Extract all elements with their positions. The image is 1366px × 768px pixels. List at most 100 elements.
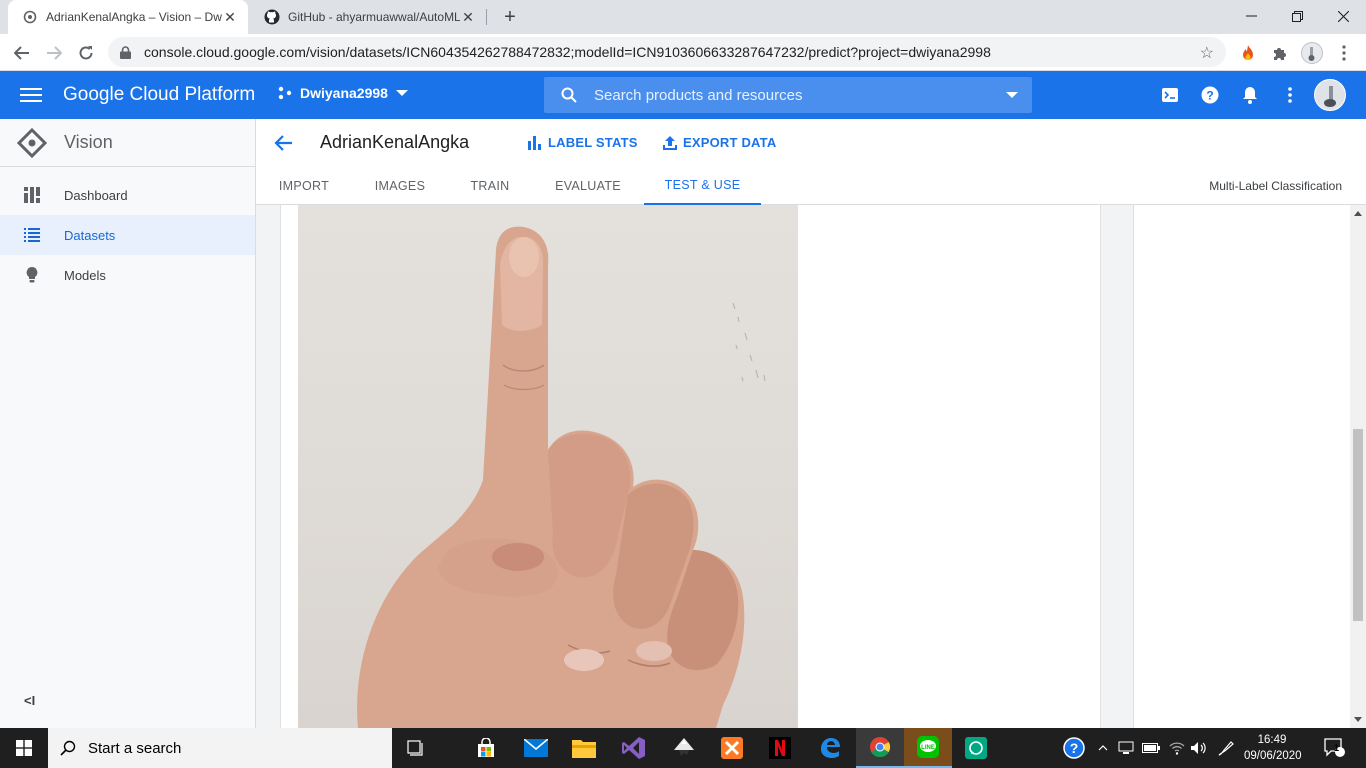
profile-avatar-small[interactable] xyxy=(1300,41,1324,65)
gcp-header: Google Cloud Platform Dwiyana2998 ? xyxy=(0,71,1366,119)
notifications-bell-icon[interactable] xyxy=(1238,83,1262,107)
tab-evaluate[interactable]: EVALUATE xyxy=(532,167,644,205)
scroll-up-icon[interactable] xyxy=(1354,211,1362,216)
sidebar-item-dashboard[interactable]: Dashboard xyxy=(0,175,255,215)
edge-icon[interactable] xyxy=(806,728,854,768)
cloud-shell-icon[interactable] xyxy=(1158,83,1182,107)
gcp-title[interactable]: Google Cloud Platform xyxy=(63,84,255,106)
help-icon[interactable]: ? xyxy=(1198,83,1222,107)
project-name: Dwiyana2998 xyxy=(300,85,388,101)
bookmark-star-icon[interactable]: ☆ xyxy=(1200,43,1214,63)
tab-images[interactable]: IMAGES xyxy=(352,167,448,205)
sidebar-item-label: Dashboard xyxy=(64,187,128,203)
search-input[interactable] xyxy=(594,86,992,104)
browser-toolbar: console.cloud.google.com/vision/datasets… xyxy=(0,34,1366,71)
product-name: Vision xyxy=(64,132,113,152)
mail-icon[interactable] xyxy=(512,728,560,768)
main-content xyxy=(256,205,1350,728)
collapse-sidebar-icon[interactable]: <I xyxy=(24,693,35,708)
restore-icon[interactable] xyxy=(1274,0,1320,32)
windows-taskbar: Start a search LINE ? 16:49 09/06/2020 1 xyxy=(0,728,1366,768)
browser-tab-vision[interactable]: AdrianKenalAngka – Vision – Dwi ✕ xyxy=(8,0,248,34)
tab-import[interactable]: IMPORT xyxy=(256,167,352,205)
uploaded-image xyxy=(298,205,798,728)
new-tab-icon[interactable]: + xyxy=(498,5,522,29)
export-data-label: EXPORT DATA xyxy=(683,135,777,150)
minimize-icon[interactable] xyxy=(1228,0,1274,32)
whatsapp-icon[interactable] xyxy=(952,728,1000,768)
help-tray-icon[interactable]: ? xyxy=(1060,728,1088,768)
project-selector[interactable]: Dwiyana2998 xyxy=(278,85,408,101)
lock-icon xyxy=(120,45,134,59)
product-header: Vision xyxy=(0,119,255,167)
close-tab-icon[interactable]: ✕ xyxy=(222,9,238,25)
pen-ink-icon[interactable] xyxy=(1214,728,1238,768)
battery-icon[interactable] xyxy=(1140,728,1162,768)
svg-text:LINE: LINE xyxy=(921,745,935,751)
label-stats-label: LABEL STATS xyxy=(548,135,638,150)
wifi-icon[interactable] xyxy=(1166,728,1188,768)
line-icon[interactable]: LINE xyxy=(904,728,952,768)
address-bar[interactable]: console.cloud.google.com/vision/datasets… xyxy=(108,37,1226,67)
windows-start-icon[interactable] xyxy=(0,728,48,768)
action-center-icon[interactable]: 1 xyxy=(1320,728,1350,768)
taskbar-search-placeholder: Start a search xyxy=(88,739,182,757)
chevron-up-icon[interactable] xyxy=(1094,728,1112,768)
xampp-icon[interactable] xyxy=(708,728,756,768)
inkscape-icon[interactable] xyxy=(660,728,708,768)
dataset-header: AdrianKenalAngka LABEL STATS EXPORT DATA xyxy=(256,119,1366,167)
vision-logo-icon xyxy=(16,127,48,158)
more-vert-icon[interactable] xyxy=(1278,83,1302,107)
search-icon xyxy=(544,87,594,103)
system-clock[interactable]: 16:49 09/06/2020 xyxy=(1244,732,1302,764)
browser-tab-strip: AdrianKenalAngka – Vision – Dwi ✕ GitHub… xyxy=(0,0,1366,34)
export-data-button[interactable]: EXPORT DATA xyxy=(663,135,776,150)
prediction-card xyxy=(280,205,1101,728)
close-window-icon[interactable] xyxy=(1320,0,1366,32)
back-arrow-icon[interactable] xyxy=(274,131,298,155)
search-box[interactable] xyxy=(544,77,1032,113)
close-tab-icon[interactable]: ✕ xyxy=(460,9,476,25)
sidebar-item-datasets[interactable]: Datasets xyxy=(0,215,255,255)
github-icon xyxy=(264,9,280,25)
browser-tab-github[interactable]: GitHub - ahyarmuawwal/AutoML ✕ xyxy=(250,0,486,34)
sidebar-item-label: Models xyxy=(64,267,106,283)
clock-date: 09/06/2020 xyxy=(1244,750,1302,762)
netflix-icon[interactable] xyxy=(756,728,804,768)
label-stats-button[interactable]: LABEL STATS xyxy=(528,135,638,150)
search-dropdown-icon[interactable] xyxy=(992,92,1032,98)
microsoft-store-icon[interactable] xyxy=(462,728,510,768)
search-icon xyxy=(48,740,88,756)
network-tray-icon[interactable] xyxy=(1116,728,1136,768)
sidebar-item-models[interactable]: Models xyxy=(0,255,255,295)
chrome-icon[interactable] xyxy=(856,728,904,768)
tab-test-and-use[interactable]: TEST & USE xyxy=(644,167,761,205)
tab-train[interactable]: TRAIN xyxy=(448,167,532,205)
account-avatar[interactable] xyxy=(1314,79,1346,111)
visual-studio-icon[interactable] xyxy=(610,728,658,768)
reload-icon[interactable] xyxy=(72,39,100,67)
browser-tab-title: AdrianKenalAngka – Vision – Dwi xyxy=(46,10,222,24)
bar-chart-icon xyxy=(528,135,541,150)
task-view-icon[interactable] xyxy=(392,728,440,768)
back-arrow-icon[interactable] xyxy=(8,39,36,67)
dashboard-icon xyxy=(24,187,40,203)
hamburger-menu-icon[interactable] xyxy=(20,85,42,105)
forward-arrow-icon[interactable] xyxy=(40,39,68,67)
list-icon xyxy=(24,227,40,243)
volume-icon[interactable] xyxy=(1188,728,1210,768)
extensions-puzzle-icon[interactable] xyxy=(1268,41,1292,65)
lightbulb-icon xyxy=(24,267,40,283)
file-explorer-icon[interactable] xyxy=(560,728,608,768)
scrollbar-thumb[interactable] xyxy=(1353,429,1363,621)
chevron-down-icon xyxy=(395,90,408,96)
scroll-down-icon[interactable] xyxy=(1354,717,1362,722)
left-sidebar: Vision Dashboard Datasets Models <I xyxy=(0,119,256,728)
chrome-menu-icon[interactable] xyxy=(1332,41,1356,65)
vertical-scrollbar[interactable] xyxy=(1350,205,1366,728)
browser-tab-title: GitHub - ahyarmuawwal/AutoML xyxy=(288,10,460,24)
svg-text:?: ? xyxy=(1070,740,1079,756)
extension-fire-icon[interactable] xyxy=(1236,41,1260,65)
prediction-results-panel xyxy=(1133,205,1350,728)
taskbar-search-box[interactable]: Start a search xyxy=(48,728,392,768)
